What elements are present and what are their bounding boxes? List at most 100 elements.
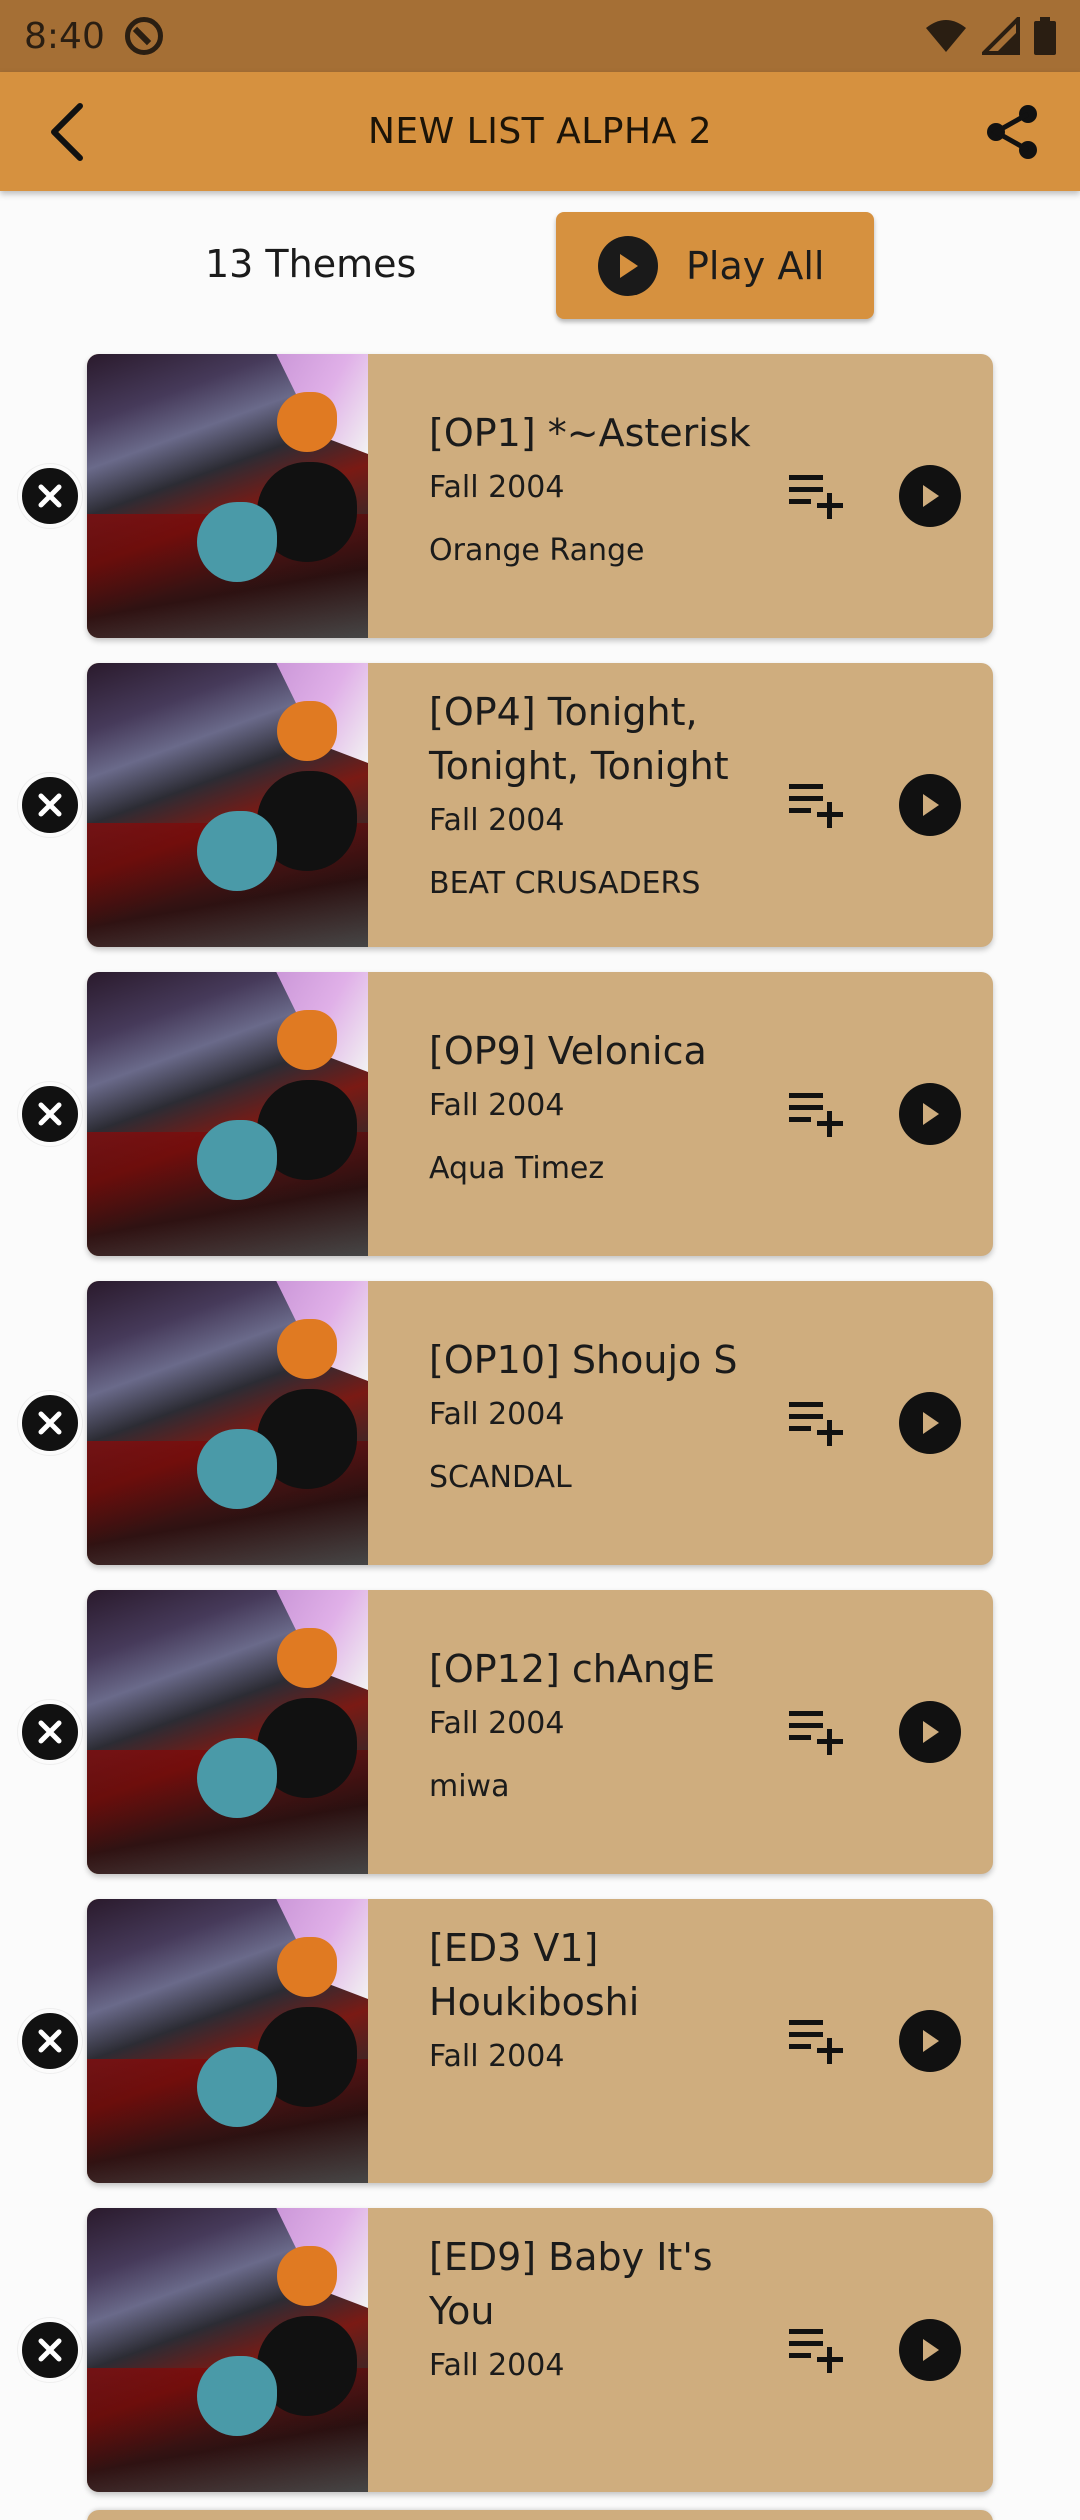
play-icon <box>923 2030 939 2052</box>
theme-card[interactable]: [ED9] Baby It's You Fall 2004 <box>87 2208 993 2492</box>
add-to-queue-button[interactable] <box>782 1697 852 1767</box>
theme-season: Fall 2004 <box>429 803 565 838</box>
close-icon <box>38 1102 62 1126</box>
theme-card[interactable]: [OP4] Tonight, Tonight, Tonight Fall 200… <box>87 663 993 947</box>
remove-theme-button[interactable] <box>18 1391 82 1455</box>
wifi-icon <box>926 20 966 52</box>
theme-artist: Orange Range <box>429 533 645 568</box>
playlist-add-icon <box>789 1402 843 1446</box>
close-icon <box>38 1720 62 1744</box>
theme-item: [OP1] *~Asterisk Fall 2004 Orange Range <box>0 354 1080 638</box>
close-icon <box>38 484 62 508</box>
play-theme-button[interactable] <box>899 2010 961 2072</box>
playlist-add-icon <box>789 1711 843 1755</box>
playlist-add-icon <box>789 1093 843 1137</box>
theme-artist: Aqua Timez <box>429 1151 605 1186</box>
play-icon <box>923 2339 939 2361</box>
theme-card[interactable]: [OP10] Shoujo S Fall 2004 SCANDAL <box>87 1281 993 1565</box>
page-title: NEW LIST ALPHA 2 <box>367 111 713 152</box>
anime-cover-image <box>87 1899 368 2183</box>
play-theme-button[interactable] <box>899 1392 961 1454</box>
theme-artist: miwa <box>429 1769 510 1804</box>
theme-item: [OP10] Shoujo S Fall 2004 SCANDAL <box>0 1281 1080 1565</box>
back-arrow-icon <box>51 103 83 161</box>
theme-title: [OP1] *~Asterisk <box>429 411 751 455</box>
summary-row: 13 Themes Play All <box>0 212 1080 322</box>
back-button[interactable] <box>38 102 98 162</box>
play-theme-button[interactable] <box>899 1701 961 1763</box>
play-all-button[interactable]: Play All <box>556 212 874 319</box>
signal-icon <box>982 17 1020 55</box>
theme-item: [OP9] Velonica Fall 2004 Aqua Timez <box>0 972 1080 1256</box>
anime-cover-image <box>87 354 368 638</box>
play-icon <box>923 1721 939 1743</box>
play-theme-button[interactable] <box>899 465 961 527</box>
theme-card[interactable]: [OP12] chAngE Fall 2004 miwa <box>87 1590 993 1874</box>
at-sign-icon <box>124 17 163 55</box>
anime-cover-image <box>87 2208 368 2492</box>
close-icon <box>38 793 62 817</box>
close-icon <box>38 2338 62 2362</box>
anime-cover-image <box>87 663 368 947</box>
remove-theme-button[interactable] <box>18 2318 82 2382</box>
remove-theme-button[interactable] <box>18 2009 82 2073</box>
app-bar: NEW LIST ALPHA 2 <box>0 72 1080 191</box>
anime-cover-image <box>87 972 368 1256</box>
playlist-add-icon <box>789 475 843 519</box>
theme-title: [ED3 V1] Houkiboshi <box>429 1926 640 2024</box>
theme-item: [ED9] Baby It's You Fall 2004 <box>0 2208 1080 2492</box>
play-icon <box>923 794 939 816</box>
play-icon <box>923 485 939 507</box>
share-icon <box>987 105 1037 159</box>
close-icon <box>38 1411 62 1435</box>
theme-card[interactable]: [ED3 V1] Houkiboshi Fall 2004 <box>87 1899 993 2183</box>
status-time: 8:40 <box>24 15 105 57</box>
play-circle-icon <box>598 235 658 296</box>
theme-season: Fall 2004 <box>429 470 565 505</box>
add-to-queue-button[interactable] <box>782 1079 852 1149</box>
theme-title: [ED9] Baby It's You <box>429 2235 713 2333</box>
play-all-label: Play All <box>686 243 825 288</box>
playlist-add-icon <box>789 2329 843 2373</box>
add-to-queue-button[interactable] <box>782 2006 852 2076</box>
anime-cover-image <box>87 1590 368 1874</box>
share-button[interactable] <box>982 102 1042 162</box>
remove-theme-button[interactable] <box>18 773 82 837</box>
themes-count: 13 Themes <box>205 242 417 286</box>
theme-item: [OP4] Tonight, Tonight, Tonight Fall 200… <box>0 663 1080 947</box>
theme-card[interactable]: [OP9] Velonica Fall 2004 Aqua Timez <box>87 972 993 1256</box>
theme-artist: BEAT CRUSADERS <box>429 866 701 901</box>
theme-item: [ED3 V1] Houkiboshi Fall 2004 <box>0 1899 1080 2183</box>
theme-title: [OP4] Tonight, Tonight, Tonight <box>429 690 729 788</box>
theme-title: [OP12] chAngE <box>429 1647 716 1691</box>
status-bar: 8:40 <box>0 0 1080 72</box>
theme-card[interactable]: [OP1] *~Asterisk Fall 2004 Orange Range <box>87 354 993 638</box>
theme-artist: SCANDAL <box>429 1460 572 1495</box>
remove-theme-button[interactable] <box>18 1700 82 1764</box>
theme-season: Fall 2004 <box>429 2039 565 2074</box>
theme-item: [OP12] chAngE Fall 2004 miwa <box>0 1590 1080 1874</box>
remove-theme-button[interactable] <box>18 464 82 528</box>
playlist-add-icon <box>789 784 843 828</box>
theme-season: Fall 2004 <box>429 1706 565 1741</box>
remove-theme-button[interactable] <box>18 1082 82 1146</box>
theme-season: Fall 2004 <box>429 1397 565 1432</box>
add-to-queue-button[interactable] <box>782 1388 852 1458</box>
add-to-queue-button[interactable] <box>782 461 852 531</box>
play-theme-button[interactable] <box>899 774 961 836</box>
playlist-add-icon <box>789 2020 843 2064</box>
play-theme-button[interactable] <box>899 1083 961 1145</box>
play-icon <box>923 1412 939 1434</box>
add-to-queue-button[interactable] <box>782 2315 852 2385</box>
play-theme-button[interactable] <box>899 2319 961 2381</box>
theme-title: [OP10] Shoujo S <box>429 1338 738 1382</box>
add-to-queue-button[interactable] <box>782 770 852 840</box>
play-icon <box>923 1103 939 1125</box>
battery-icon <box>1034 17 1056 55</box>
anime-cover-image <box>87 1281 368 1565</box>
close-icon <box>38 2029 62 2053</box>
theme-season: Fall 2004 <box>429 1088 565 1123</box>
theme-season: Fall 2004 <box>429 2348 565 2383</box>
theme-card-partial[interactable] <box>87 2510 993 2520</box>
theme-title: [OP9] Velonica <box>429 1029 707 1073</box>
